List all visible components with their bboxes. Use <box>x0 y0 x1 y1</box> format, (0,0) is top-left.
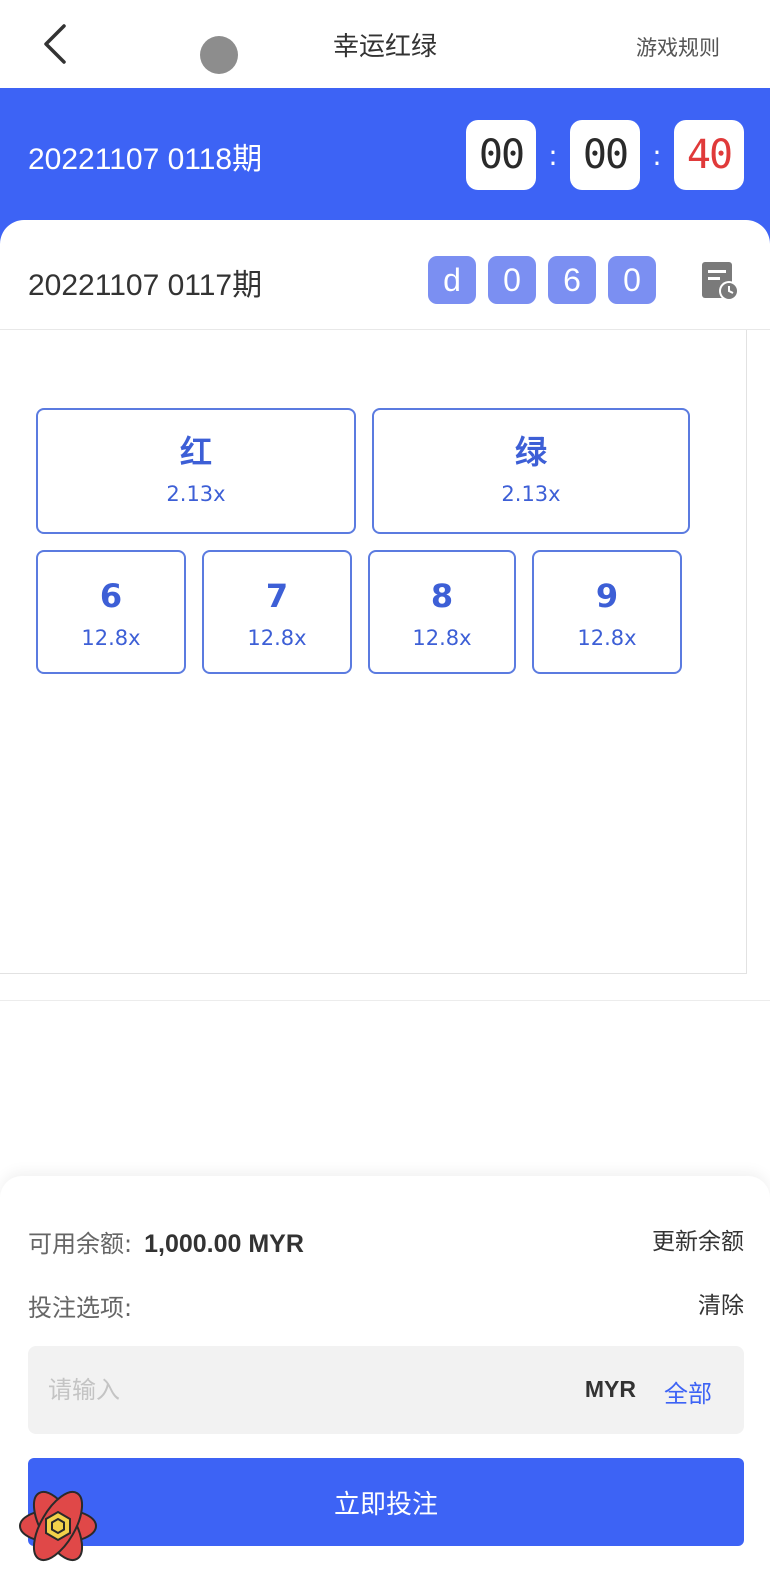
result-balls: d 0 6 0 <box>428 256 656 304</box>
atom-logo-icon[interactable] <box>16 1484 100 1568</box>
selection-label: 投注选项: <box>28 1294 133 1322</box>
current-period-label: 20221107 0118期 <box>28 143 263 176</box>
option-odds: 12.8x <box>412 626 472 650</box>
navigation-bar: 幸运红绿 游戏规则 <box>0 0 770 88</box>
countdown-separator: : <box>652 138 662 172</box>
bet-option-number-9[interactable]: 9 12.8x <box>532 550 682 674</box>
currency-label: MYR <box>584 1376 636 1402</box>
option-name: 红 <box>179 433 212 471</box>
countdown-minutes: 00 <box>570 120 640 190</box>
option-odds: 2.13x <box>166 482 226 506</box>
result-ball: 6 <box>548 256 596 304</box>
bet-panel: 可用余额: 1,000.00 MYR 更新余额 投注选项: 清除 MYR 全部 立… <box>0 1176 770 1586</box>
option-name: 绿 <box>514 433 547 471</box>
balance-label: 可用余额: <box>28 1230 133 1258</box>
option-name: 7 <box>265 577 289 615</box>
option-odds: 12.8x <box>577 626 637 650</box>
betting-options-area: 红 2.13x 绿 2.13x 6 12.8x 7 12.8x 8 12.8x … <box>0 330 747 974</box>
option-odds: 12.8x <box>247 626 307 650</box>
countdown-hours: 00 <box>466 120 536 190</box>
amount-input[interactable] <box>48 1346 528 1434</box>
countdown-separator: : <box>548 138 558 172</box>
option-name: 9 <box>595 577 619 615</box>
option-name: 8 <box>430 577 454 615</box>
refresh-balance-button[interactable]: 更新余额 <box>652 1222 744 1256</box>
last-result-card: 20221107 0117期 d 0 6 0 <box>0 220 770 330</box>
result-ball: 0 <box>488 256 536 304</box>
bet-option-number-6[interactable]: 6 12.8x <box>36 550 186 674</box>
last-period-label: 20221107 0117期 <box>28 269 263 302</box>
clear-button[interactable]: 清除 <box>698 1286 744 1320</box>
all-in-button[interactable]: 全部 <box>664 1374 712 1409</box>
option-odds: 12.8x <box>81 626 141 650</box>
divider <box>0 1000 770 1001</box>
amount-input-container: MYR 全部 <box>28 1346 744 1434</box>
result-ball: d <box>428 256 476 304</box>
balance-value: 1,000.00 MYR <box>144 1230 304 1258</box>
bet-option-red[interactable]: 红 2.13x <box>36 408 356 534</box>
bet-option-green[interactable]: 绿 2.13x <box>372 408 690 534</box>
result-ball: 0 <box>608 256 656 304</box>
history-icon[interactable] <box>700 260 740 302</box>
option-name: 6 <box>99 577 123 615</box>
bet-option-number-7[interactable]: 7 12.8x <box>202 550 352 674</box>
bet-option-number-8[interactable]: 8 12.8x <box>368 550 516 674</box>
countdown-timer: 00 : 00 : 40 <box>466 120 744 190</box>
countdown-seconds: 40 <box>674 120 744 190</box>
option-odds: 2.13x <box>501 482 561 506</box>
balance-row: 可用余额: 1,000.00 MYR <box>28 1224 304 1259</box>
place-bet-button[interactable]: 立即投注 <box>28 1458 744 1546</box>
game-rules-link[interactable]: 游戏规则 <box>636 32 720 62</box>
